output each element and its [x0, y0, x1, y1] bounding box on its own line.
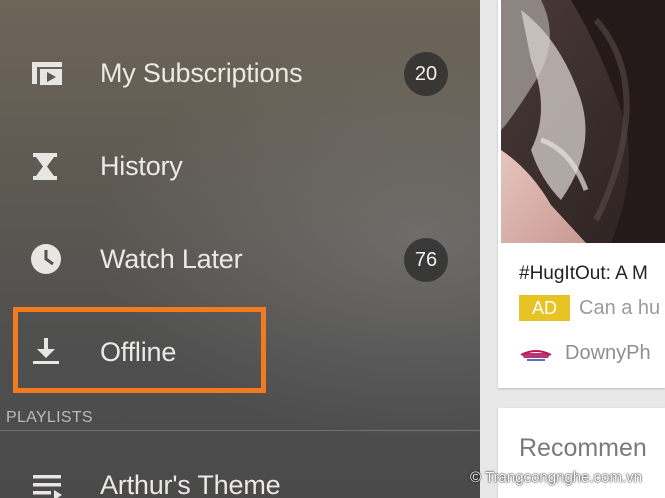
- feed-content: #HugItOut: A M AD Can a hu DownyPh Recom…: [480, 0, 665, 498]
- drawer-item-watch-later[interactable]: Watch Later 76: [0, 224, 480, 294]
- hourglass-icon: [29, 150, 65, 182]
- watermark-text: © Trangcongnghe.com.vn: [470, 469, 642, 486]
- section-divider: [0, 430, 480, 431]
- drawer-item-label: Watch Later: [100, 244, 243, 274]
- subscriptions-count-badge: 20: [404, 52, 448, 96]
- playlists-section-header: PLAYLISTS: [6, 409, 93, 426]
- downy-logo-icon: [519, 343, 553, 363]
- playlist-icon: [29, 469, 65, 498]
- playlist-item-arthurs-theme[interactable]: Arthur's Theme: [0, 450, 480, 498]
- subscriptions-icon: [29, 57, 65, 89]
- video-card[interactable]: #HugItOut: A M AD Can a hu DownyPh: [498, 0, 665, 388]
- drawer-item-my-subscriptions[interactable]: My Subscriptions 20: [0, 38, 480, 108]
- drawer-item-history[interactable]: History: [0, 131, 480, 201]
- drawer-item-label: History: [100, 151, 183, 181]
- ad-badge: AD: [519, 295, 570, 321]
- navigation-drawer: My Subscriptions 20 History Watch Later …: [0, 0, 480, 498]
- clock-icon: [29, 243, 65, 275]
- video-thumbnail[interactable]: [501, 0, 665, 243]
- drawer-item-label: My Subscriptions: [100, 58, 303, 88]
- recommended-section-title: Recommen: [519, 434, 647, 462]
- video-title[interactable]: #HugItOut: A M: [519, 263, 648, 285]
- playlist-item-label: Arthur's Theme: [100, 470, 281, 498]
- ad-description: Can a hu: [579, 297, 661, 319]
- channel-name[interactable]: DownyPh: [565, 342, 651, 365]
- watch-later-count-badge: 76: [404, 238, 448, 282]
- app-screen: My Subscriptions 20 History Watch Later …: [0, 0, 665, 498]
- offline-highlight-box: [13, 307, 266, 393]
